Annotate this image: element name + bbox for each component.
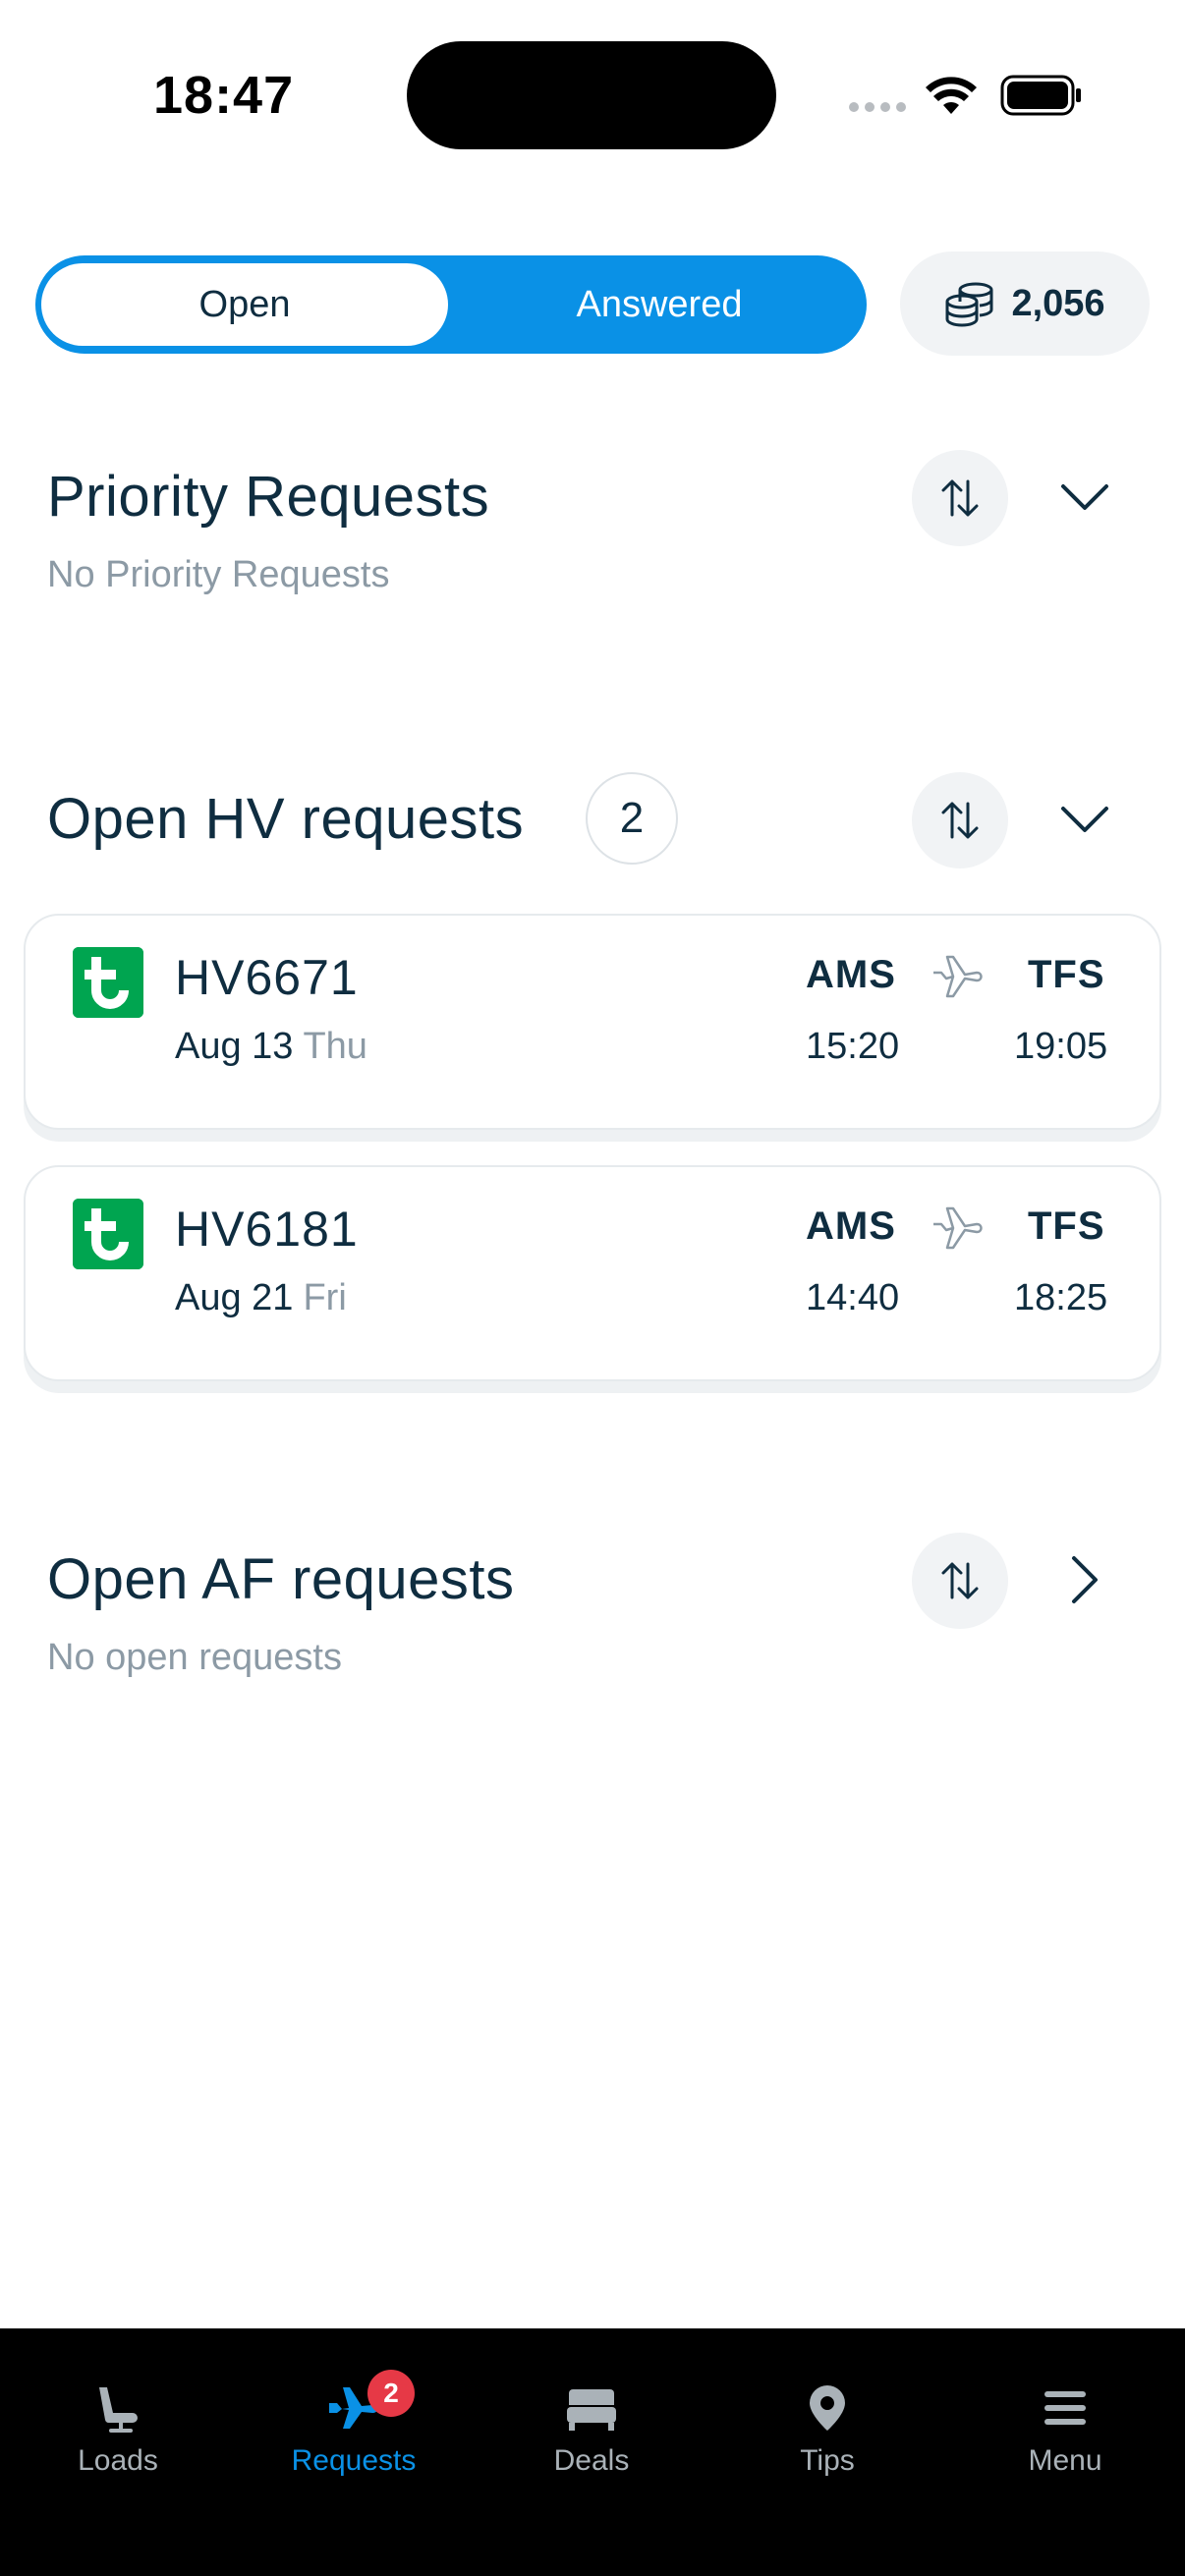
flight-number: HV6181 bbox=[175, 1202, 359, 1257]
destination-code: TFS bbox=[1028, 953, 1105, 996]
chevron-down-icon bbox=[1061, 484, 1108, 510]
tab-menu[interactable]: Menu bbox=[977, 2383, 1154, 2478]
sort-icon bbox=[941, 1562, 979, 1599]
segment-open[interactable]: Open bbox=[41, 263, 448, 346]
arrival-time: 18:25 bbox=[1014, 1277, 1108, 1318]
requests-badge: 2 bbox=[367, 2370, 415, 2417]
points-value: 2,056 bbox=[1011, 282, 1105, 324]
priority-requests-title: Priority Requests bbox=[47, 465, 490, 529]
tab-tips[interactable]: Tips bbox=[739, 2383, 916, 2478]
flight-date: Aug 13 Thu bbox=[175, 1026, 367, 1068]
coins-icon bbox=[945, 282, 993, 327]
destination-code: TFS bbox=[1028, 1204, 1105, 1248]
flight-date: Aug 21 Fri bbox=[175, 1277, 347, 1319]
priority-collapse-button[interactable] bbox=[1042, 454, 1128, 540]
status-time: 18:47 bbox=[153, 66, 295, 125]
plane-icon bbox=[933, 1206, 983, 1250]
origin-code: AMS bbox=[806, 1204, 896, 1248]
dynamic-island bbox=[407, 41, 776, 149]
flight-weekday: Fri bbox=[303, 1277, 347, 1318]
plane-icon bbox=[933, 955, 983, 998]
battery-icon bbox=[1000, 75, 1081, 116]
af-sort-button[interactable] bbox=[912, 1533, 1008, 1629]
tab-label: Deals bbox=[553, 2444, 630, 2477]
tab-label: Tips bbox=[800, 2444, 855, 2477]
flight-date-value: Aug 21 bbox=[175, 1277, 294, 1318]
flight-weekday: Thu bbox=[303, 1026, 367, 1067]
bed-icon bbox=[567, 2389, 616, 2431]
af-expand-button[interactable] bbox=[1042, 1537, 1128, 1623]
signal-icon bbox=[849, 102, 906, 112]
hv-requests-count: 2 bbox=[586, 772, 678, 865]
priority-requests-empty: No Priority Requests bbox=[47, 554, 390, 595]
sort-icon bbox=[941, 802, 979, 839]
sort-icon bbox=[941, 479, 979, 517]
tab-label: Requests bbox=[291, 2444, 417, 2477]
pin-icon bbox=[810, 2385, 845, 2431]
tab-deals[interactable]: Deals bbox=[503, 2383, 680, 2478]
chevron-down-icon bbox=[1061, 807, 1108, 832]
tab-bar: Loads 2 Requests Deals Tips Menu bbox=[0, 2328, 1185, 2576]
priority-sort-button[interactable] bbox=[912, 450, 1008, 546]
transavia-logo-icon bbox=[73, 947, 143, 1018]
transavia-logo-icon bbox=[73, 1199, 143, 1269]
status-bar: 18:47 bbox=[0, 0, 1185, 187]
tab-loads[interactable]: Loads bbox=[29, 2383, 206, 2478]
tab-requests[interactable]: 2 Requests bbox=[265, 2370, 442, 2478]
hv-requests-title: Open HV requests bbox=[47, 787, 525, 851]
request-filter-segment: Open Answered bbox=[35, 255, 867, 354]
menu-icon bbox=[1044, 2391, 1086, 2425]
flight-card[interactable]: HV6671 Aug 13 Thu AMS TFS 15:20 19:05 bbox=[24, 914, 1161, 1130]
flight-date-value: Aug 13 bbox=[175, 1026, 294, 1067]
departure-time: 14:40 bbox=[806, 1277, 900, 1318]
seat-icon bbox=[99, 2387, 138, 2433]
points-balance-button[interactable]: 2,056 bbox=[900, 252, 1150, 356]
af-requests-empty: No open requests bbox=[47, 1637, 342, 1678]
segment-answered[interactable]: Answered bbox=[458, 263, 861, 346]
chevron-right-icon bbox=[1072, 1556, 1098, 1603]
tab-label: Menu bbox=[1028, 2444, 1102, 2477]
departure-time: 15:20 bbox=[806, 1026, 900, 1067]
arrival-time: 19:05 bbox=[1014, 1026, 1108, 1067]
origin-code: AMS bbox=[806, 953, 896, 996]
hv-collapse-button[interactable] bbox=[1042, 776, 1128, 863]
flight-card[interactable]: HV6181 Aug 21 Fri AMS TFS 14:40 18:25 bbox=[24, 1165, 1161, 1381]
af-requests-title: Open AF requests bbox=[47, 1547, 515, 1611]
tab-label: Loads bbox=[78, 2444, 158, 2477]
flight-number: HV6671 bbox=[175, 950, 359, 1005]
hv-sort-button[interactable] bbox=[912, 772, 1008, 868]
wifi-icon bbox=[926, 77, 977, 114]
